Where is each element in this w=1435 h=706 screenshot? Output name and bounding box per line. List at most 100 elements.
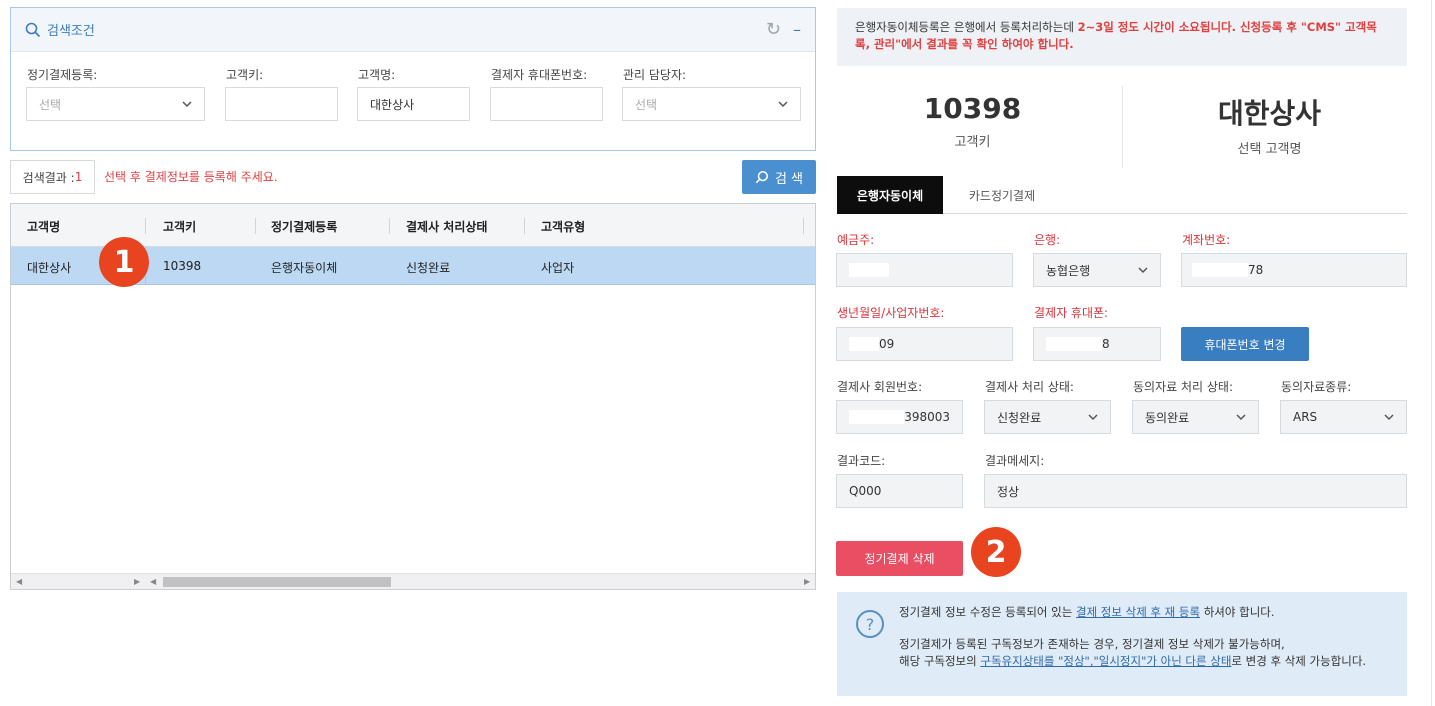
member-no-field[interactable]: 398003: [836, 400, 963, 434]
customer-key-caption: 고객키: [954, 135, 991, 150]
masked-value: [849, 410, 905, 424]
table-cell: 사업자: [541, 261, 575, 275]
masked-value: [1046, 337, 1102, 351]
collapse-icon[interactable]: –: [793, 20, 801, 39]
customer-name-caption: 선택 고객명: [1237, 142, 1302, 157]
depositor-label: 예금주:: [837, 233, 875, 247]
customer-key-value: 10398: [923, 92, 1022, 125]
chevron-down-icon: [778, 101, 788, 108]
search-icon: [25, 22, 41, 37]
chevron-down-icon: [1384, 414, 1394, 421]
masked-value: [849, 263, 889, 277]
result-message-label: 결과메세지:: [985, 454, 1045, 468]
column-header[interactable]: 결제사 처리상태: [406, 218, 487, 235]
payer-phone-input[interactable]: [490, 87, 603, 121]
horizontal-scrollbar[interactable]: ◀ ▶ ◀ ▶: [11, 573, 815, 589]
manager-select[interactable]: 선택: [622, 87, 801, 121]
payer-phone-label: 결제자 휴대폰번호:: [491, 68, 588, 82]
regular-payment-label: 정기결제등록:: [27, 68, 98, 82]
scroll-left-icon[interactable]: ◀: [16, 577, 22, 586]
member-no-label: 결제사 회원번호:: [837, 380, 923, 394]
depositor-field[interactable]: [836, 253, 1013, 287]
customer-key-label: 고객키:: [226, 68, 264, 82]
refresh-icon[interactable]: ↻: [766, 19, 781, 40]
scroll-left-icon[interactable]: ◀: [150, 577, 156, 586]
column-header[interactable]: 고객유형: [541, 218, 585, 235]
consent-type-label: 동의자료종류:: [1281, 380, 1352, 394]
search-panel-header: 검색조건 ↻ –: [11, 8, 815, 52]
search-button[interactable]: 검 색: [742, 160, 816, 194]
page-edge: [1431, 0, 1432, 706]
info-text: 정기결제가 등록된 구독정보가 존재하는 경우, 정기결제 정보 삭제가 불가능…: [899, 637, 1285, 651]
column-header[interactable]: 고객키: [163, 218, 196, 235]
masked-value: [849, 337, 879, 351]
step-badge-1: 1: [99, 237, 149, 287]
notice-text: 은행자동이체등록은 은행에서 등록처리하는데: [855, 20, 1078, 34]
payment-tabs: 은행자동이체 카드정기결제: [837, 176, 1407, 214]
column-divider: [803, 218, 804, 234]
info-text: 해당 구독정보의: [899, 654, 981, 668]
manager-select-value: 선택: [635, 97, 658, 112]
info-link: 구독유지상태를 "정상","일시정지"가 아닌 다른 상태: [980, 654, 1232, 668]
column-header[interactable]: 정기결제등록: [271, 218, 337, 235]
notice-box: 은행자동이체등록은 은행에서 등록처리하는데 2~3일 정도 시간이 소요됩니다…: [837, 8, 1407, 66]
tab-card-payment[interactable]: 카드정기결제: [947, 176, 1057, 214]
bank-label: 은행:: [1034, 233, 1061, 247]
chevron-down-icon: [1236, 414, 1246, 421]
column-header[interactable]: 고객명: [27, 218, 60, 235]
step-badge-2: 2: [971, 527, 1021, 577]
chevron-down-icon: [1088, 414, 1098, 421]
payer-phone-right-label: 결제자 휴대폰:: [1034, 306, 1109, 320]
help-icon: ?: [856, 610, 884, 638]
scrollbar-thumb[interactable]: [163, 577, 391, 587]
bank-select-value: 농협은행: [1046, 263, 1091, 278]
change-phone-button[interactable]: 휴대폰번호 변경: [1181, 327, 1309, 361]
manager-label: 관리 담당자:: [623, 68, 687, 82]
payer-phone-tail: 8: [1102, 337, 1110, 351]
consent-status-label: 동의자료 처리 상태:: [1133, 380, 1233, 394]
birth-tail: 09: [879, 337, 895, 351]
process-status-select[interactable]: 신청완료: [984, 400, 1111, 434]
tab-bank-transfer[interactable]: 은행자동이체: [837, 176, 943, 214]
scroll-right-icon[interactable]: ▶: [134, 577, 140, 586]
column-divider: [389, 218, 390, 234]
search-result-count: 검색결과 : 1: [10, 160, 95, 194]
search-icon: [755, 170, 769, 184]
column-divider: [145, 218, 146, 234]
search-result-number: 1: [74, 170, 83, 184]
chevron-down-icon: [1138, 267, 1148, 274]
info-text: 하셔야 합니다.: [1200, 605, 1275, 619]
search-hint: 선택 후 결제정보를 등록해 주세요.: [104, 170, 278, 184]
table-cell: 은행자동이체: [271, 261, 338, 275]
process-status-label: 결제사 처리 상태:: [985, 380, 1074, 394]
account-field[interactable]: 78: [1181, 253, 1407, 287]
customer-name-input[interactable]: 대한상사: [357, 87, 470, 121]
result-code-label: 결과코드:: [837, 454, 886, 468]
info-text: 정기결제 정보 수정은 등록되어 있는: [899, 605, 1076, 619]
delete-payment-button[interactable]: 정기결제 삭제: [836, 541, 963, 576]
info-link: 결제 정보 삭제 후 재 등록: [1075, 605, 1201, 619]
search-result-label: 검색결과 :: [22, 170, 75, 185]
bank-select[interactable]: 농협은행: [1033, 253, 1161, 287]
info-box: 정기결제 정보 수정은 등록되어 있는 결제 정보 삭제 후 재 등록 하셔야 …: [837, 592, 1407, 696]
payer-phone-field[interactable]: 8: [1033, 327, 1161, 361]
chevron-down-icon: [182, 101, 192, 108]
table-cell: 10398: [163, 259, 202, 273]
table-cell: 신청완료: [406, 261, 451, 275]
consent-type-select[interactable]: ARS: [1280, 400, 1407, 434]
consent-status-select[interactable]: 동의완료: [1132, 400, 1259, 434]
scroll-right-icon[interactable]: ▶: [804, 577, 810, 586]
column-divider: [524, 218, 525, 234]
consent-status-value: 동의완료: [1145, 410, 1190, 425]
result-message-field[interactable]: 정상: [984, 474, 1407, 508]
birth-label: 생년월일/사업자번호:: [837, 306, 945, 320]
process-status-value: 신청완료: [997, 410, 1042, 425]
regular-payment-select[interactable]: 선택: [26, 87, 205, 121]
customer-key-summary: 10398 고객키: [830, 92, 1115, 150]
customer-key-input[interactable]: [225, 87, 338, 121]
table-cell: 대한상사: [27, 261, 72, 275]
result-code-field[interactable]: Q000: [836, 474, 963, 508]
summary-divider: [1122, 86, 1123, 168]
birth-field[interactable]: 09: [836, 327, 1013, 361]
customer-name-value: 대한상사: [1217, 97, 1322, 130]
